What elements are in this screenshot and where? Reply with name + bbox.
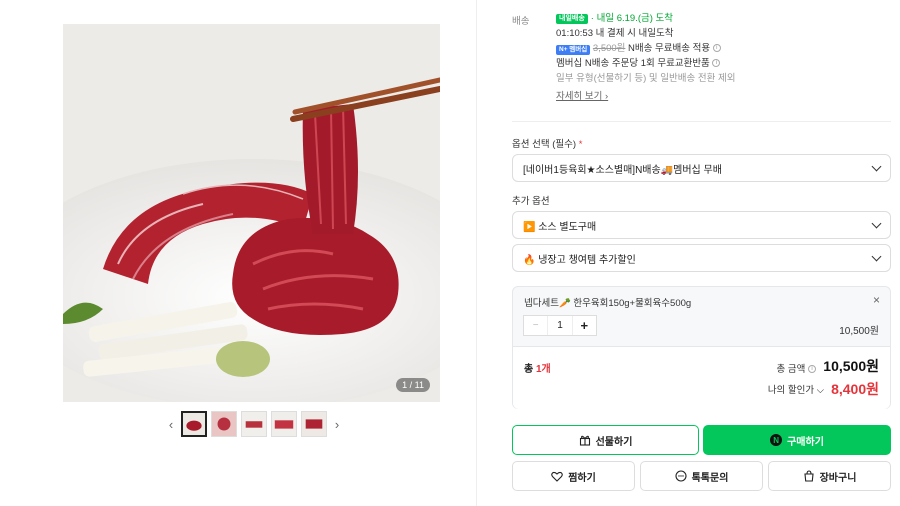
image-counter: 1 / 11 [396,378,430,392]
option-label: 옵션 선택 (필수) * [512,139,583,150]
required-mark: * [578,139,583,150]
option-select[interactable]: [네이버1등육회★소스별매]N배송🚚멤버십 무배 [512,154,891,182]
column-divider [476,0,477,506]
discount-price-toggle[interactable]: 나의 할인가 ⌵ [768,382,824,396]
option-selected-value: [네이버1등육회★소스별매]N배송🚚멤버십 무배 [523,164,722,176]
shipping-detail-link[interactable]: 자세히 보기 › [556,89,608,104]
chevron-down-icon [871,251,882,261]
selected-item-name: 넵다세트🥕 한우육회150g+물회육수500g [524,298,692,309]
membership-badge: N+ 멤버십 [556,45,591,55]
thumbnail[interactable] [301,411,327,437]
thumbnail[interactable] [211,411,237,437]
extra-option-select-discount[interactable]: 🔥 냉장고 챙여템 추가할인 [512,244,891,272]
extra-option-value: 🔥 냉장고 챙여템 추가할인 [523,254,636,266]
shipping-label: 배송 [512,16,530,27]
free-shipping-text: N배송 무료배송 적용 [625,43,711,54]
extra-option-select-sauce[interactable]: ▶️ 소스 별도구매 [512,211,891,239]
chat-bubble-icon [675,470,687,482]
chevron-down-icon [871,218,882,228]
section-divider [512,121,891,122]
buy-button[interactable]: N 구매하기 [703,425,891,455]
thumb-next-arrow[interactable]: › [331,417,343,432]
extra-option-value: ▶️ 소스 별도구매 [523,221,597,233]
thumb-prev-arrow[interactable]: ‹ [165,417,177,432]
total-label: 총 금액 i [776,361,816,375]
quantity-value[interactable]: 1 [547,316,573,335]
discount-price: 8,400원 [831,381,879,397]
thumbnail[interactable] [241,411,267,437]
info-icon[interactable]: i [712,44,721,53]
wishlist-button[interactable]: 찜하기 [512,461,635,491]
shipping-note: 일부 유형(선물하기 등) 및 일반배송 전환 제외 [556,73,736,84]
gift-button[interactable]: 선물하기 [512,425,699,455]
thumbnail[interactable] [181,411,207,437]
beef-tartare-photo [63,24,440,402]
order-deadline: 01:10:53 내 결제 시 내일도착 [556,28,674,39]
info-icon[interactable]: i [808,365,816,374]
gift-icon [579,434,591,446]
chevron-down-icon [871,161,882,171]
free-exchange-text: 멤버십 N배송 주문당 1회 무료교환반품 [556,58,710,69]
thumbnail-strip: ‹ › [165,411,343,437]
naver-n-icon: N [770,434,783,446]
original-shipping-fee: 3,500원 [592,43,626,54]
quantity-stepper: − 1 + [523,315,597,336]
total-count: 총 1개 [524,364,551,375]
heart-icon [551,471,563,482]
next-day-badge: 내일배송 [556,13,588,24]
quantity-minus-button[interactable]: − [524,320,547,331]
product-main-image[interactable]: 1 / 11 [63,24,440,402]
shopping-bag-icon [803,470,815,482]
add-to-cart-button[interactable]: 장바구니 [768,461,891,491]
item-price: 10,500원 [839,326,879,337]
info-icon[interactable]: i [712,59,721,68]
thumbnail[interactable] [271,411,297,437]
total-price: 10,500원 [823,358,879,374]
talktalk-inquiry-button[interactable]: 톡톡문의 [640,461,763,491]
selected-item-box: 넵다세트🥕 한우육회150g+물회육수500g × − 1 + 10,500원 … [512,286,891,409]
extra-option-label: 추가 옵션 [512,196,550,207]
close-icon[interactable]: × [873,293,880,307]
arrival-date: · 내일 6.19.(금) 도착 [590,13,674,24]
quantity-plus-button[interactable]: + [573,318,596,333]
